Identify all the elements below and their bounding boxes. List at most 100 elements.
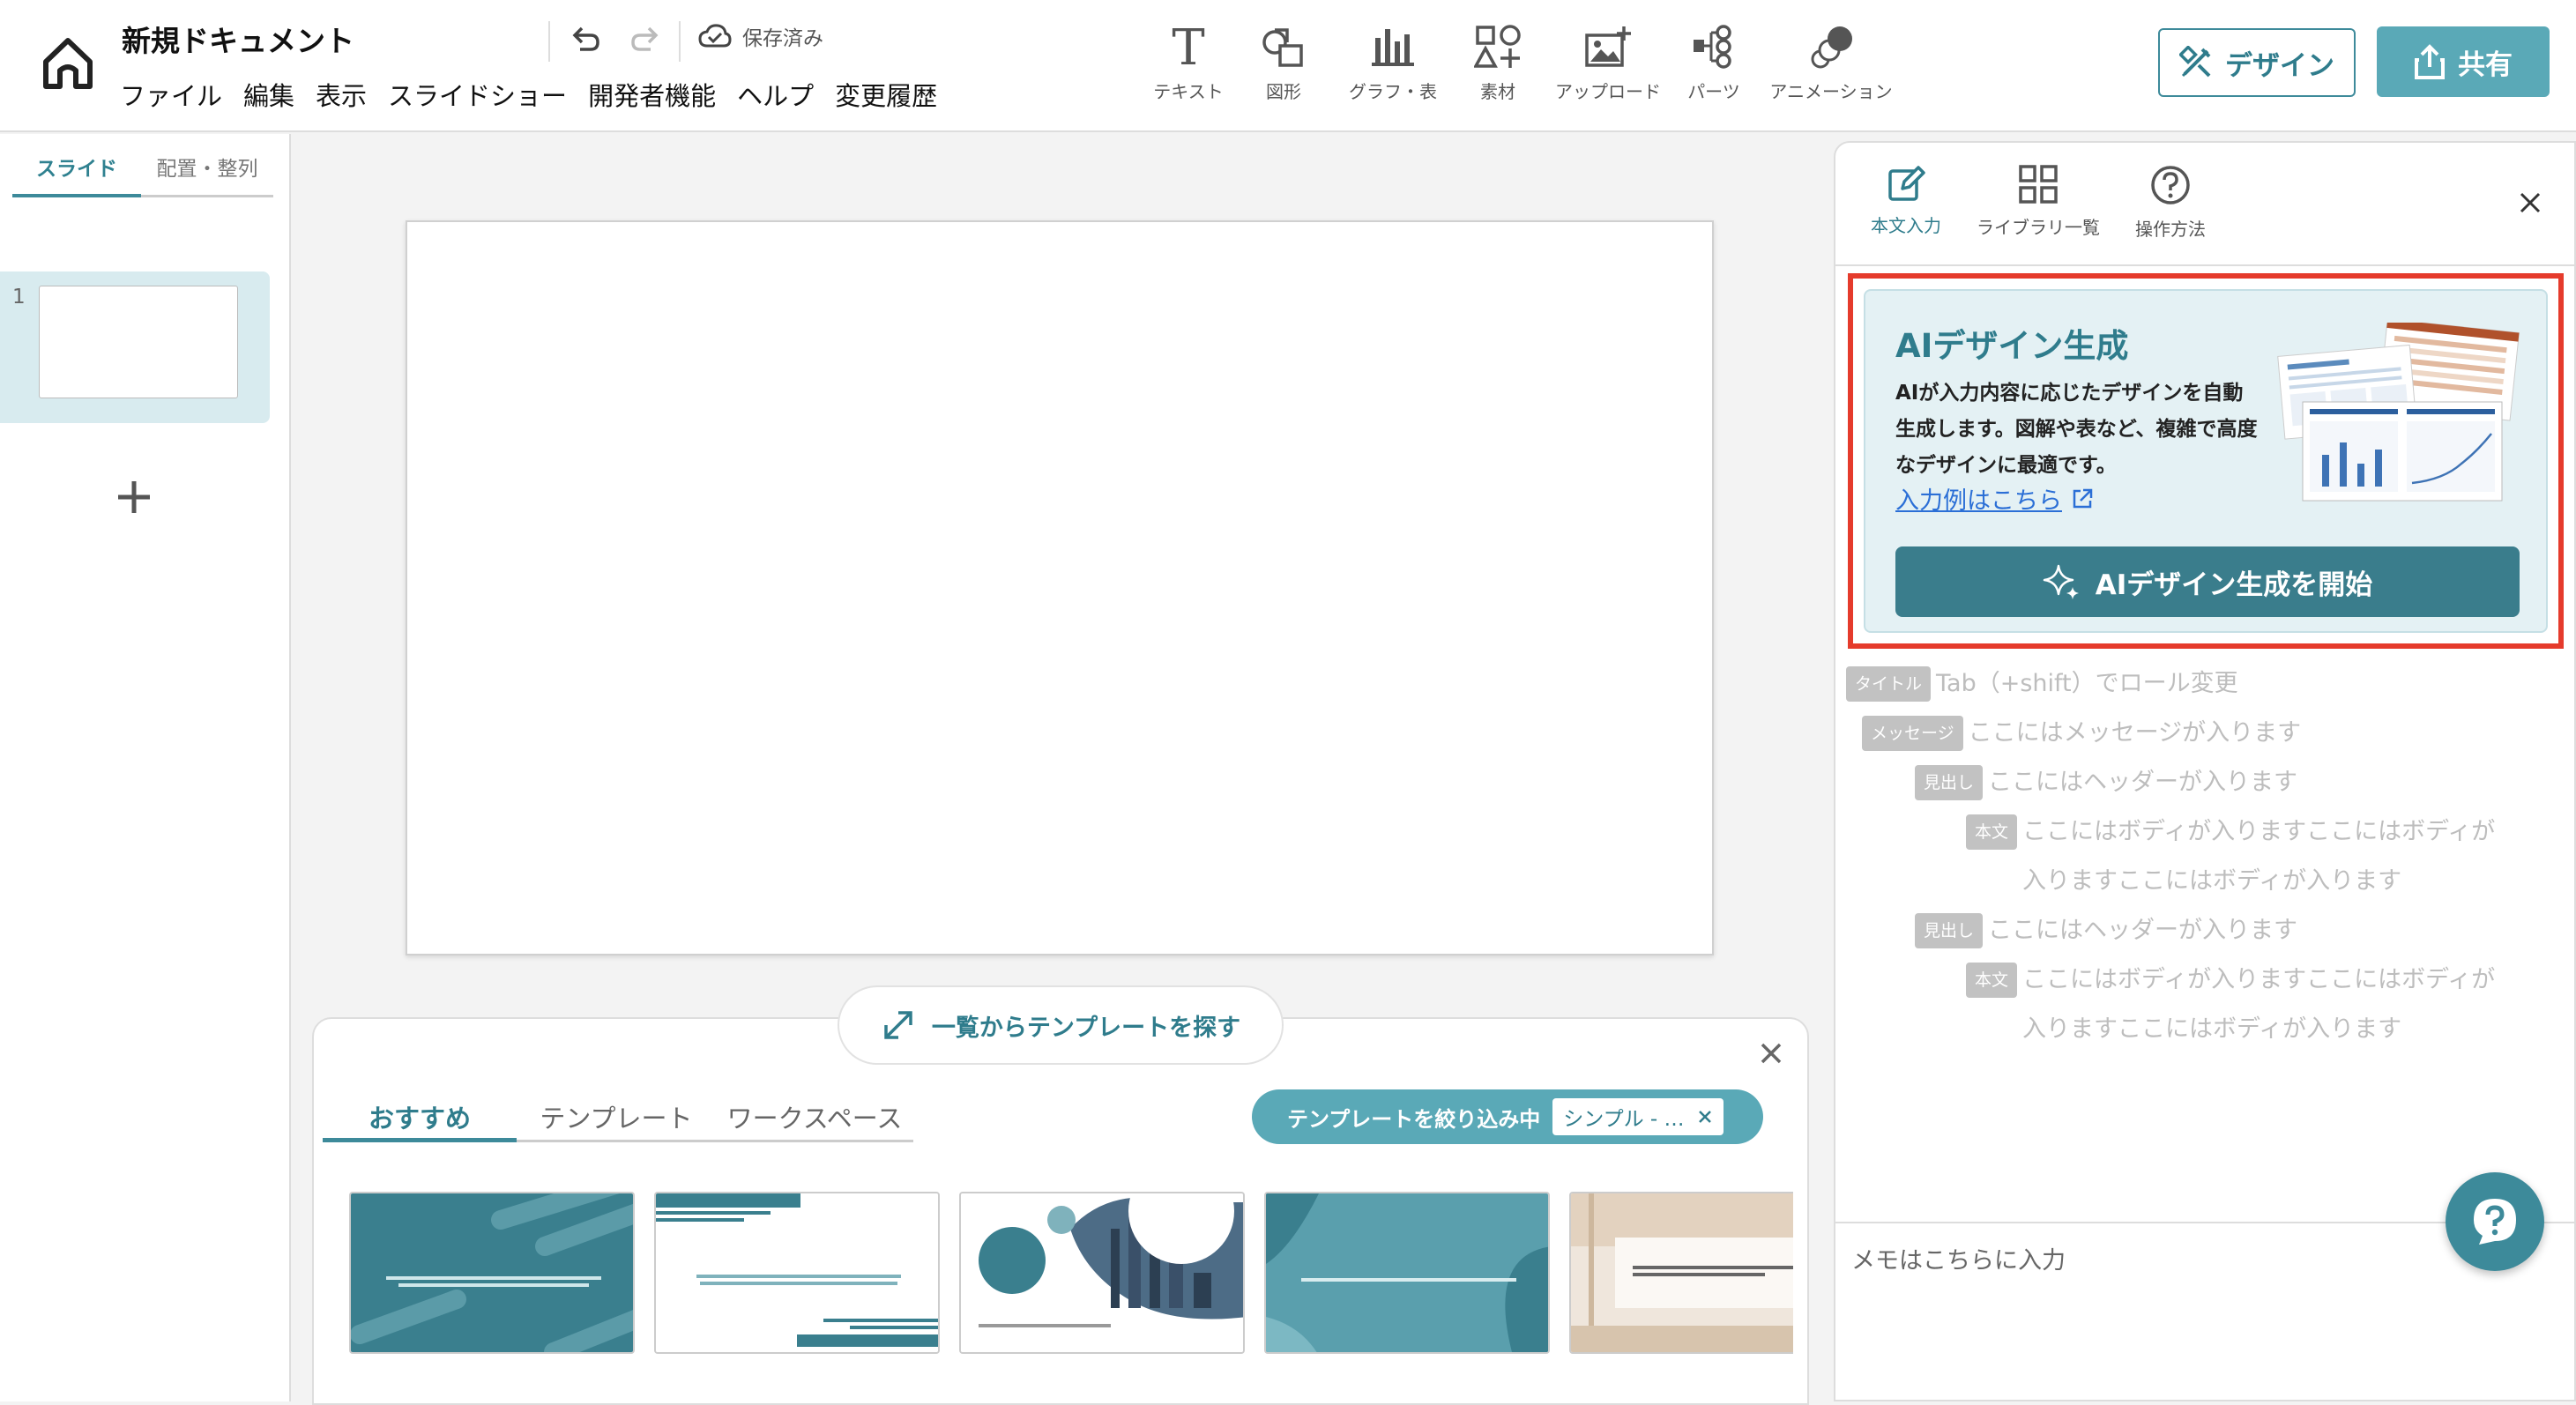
ai-design-description: AIが入力内容に応じたデザインを自動生成します。図解や表など、複雑で高度なデザイ… [1895,382,2258,477]
tab-arrange[interactable]: 配置・整列 [141,152,273,195]
design-button[interactable]: デザイン [2158,28,2356,97]
start-ai-design-label: AIデザイン生成を開始 [2095,569,2373,601]
tab-slides[interactable]: スライド [12,152,141,197]
slide-thumbnail[interactable] [39,286,238,398]
add-slide-icon[interactable] [116,479,152,515]
menu-help[interactable]: ヘルプ [737,76,814,113]
slide-thumbnail-item[interactable]: 1 [0,271,270,423]
outline-row[interactable]: タイトル Tab（+shift）でロール変更 [1846,659,2238,709]
svg-text:T: T [1172,24,1204,70]
memo-input[interactable]: メモはこちらに入力 [1851,1241,2066,1275]
tab-templates[interactable]: テンプレート [517,1098,716,1140]
browse-templates-button[interactable]: 一覧からテンプレートを探す [838,985,1284,1065]
home-icon[interactable] [37,32,99,93]
role-tag-heading[interactable]: 見出し [1915,913,1984,948]
outline-text[interactable]: Tab（+shift）でロール変更 [1936,659,2238,709]
tab-recommended[interactable]: おすすめ [323,1098,517,1142]
outline-text[interactable]: ここにはボディが入りますここにはボディが入りますここにはボディが入ります [2022,807,2513,906]
tab-workspace[interactable]: ワークスペース [716,1098,913,1140]
clear-filter-icon[interactable] [1697,1109,1713,1125]
filter-value-tag[interactable]: シンプル - … [1552,1098,1724,1135]
edit-icon [1887,164,1925,203]
design-tools-icon [2179,46,2213,79]
save-status: 保存済み [698,21,823,51]
tool-shapes[interactable]: 図形 [1231,19,1336,103]
outline-text[interactable]: ここにはメッセージが入ります [1969,709,2301,758]
tool-parts[interactable]: パーツ [1670,19,1758,103]
top-bar: 新規ドキュメント ファイル 編集 表示 スライドショー 開発者機能 ヘルプ 変更… [0,0,2576,132]
template-card[interactable] [1264,1192,1550,1354]
role-tag-body[interactable]: 本文 [1966,814,2018,850]
tool-parts-label: パーツ [1687,81,1740,102]
template-filter-chip[interactable]: テンプレートを絞り込み中 シンプル - … [1252,1089,1763,1144]
save-status-label: 保存済み [742,27,823,50]
help-circle-icon [2149,164,2192,206]
assets-icon [1474,19,1522,74]
menu-slideshow[interactable]: スライドショー [388,76,567,113]
share-button-label: 共有 [2458,48,2513,81]
slides-panel: スライド 配置・整列 1 [0,134,291,1401]
tool-upload-label: アップロード [1555,81,1661,102]
upload-image-icon [1583,19,1633,74]
grid-icon [2018,164,2059,204]
template-card[interactable] [349,1192,635,1354]
outline-text[interactable]: ここにはヘッダーが入ります [1988,906,2297,955]
document-title[interactable]: 新規ドキュメント [122,18,354,60]
outline-text[interactable]: ここにはヘッダーが入ります [1988,758,2297,807]
undo-icon[interactable] [568,21,603,56]
outline-row[interactable]: メッセージ ここにはメッセージが入ります [1862,709,2301,758]
close-icon[interactable] [1758,1040,1784,1067]
role-tag-title[interactable]: タイトル [1846,666,1932,702]
cloud-check-icon [698,23,732,49]
tab-text-input[interactable]: 本文入力 [1853,164,1959,241]
template-card[interactable] [654,1192,940,1354]
ai-sample-slides-image [2276,323,2520,504]
share-button[interactable]: 共有 [2377,26,2550,97]
text-icon: T [1167,19,1210,74]
menu-file[interactable]: ファイル [120,76,222,113]
examples-link-label: 入力例はこちら [1895,487,2062,515]
filter-label: テンプレートを絞り込み中 [1287,1106,1541,1132]
slide-canvas[interactable] [406,220,1714,955]
ai-design-card: AIデザイン生成 AIが入力内容に応じたデザインを自動生成します。図解や表など、… [1864,289,2548,633]
outline-row[interactable]: 見出し ここにはヘッダーが入ります [1915,906,2297,955]
menu-edit[interactable]: 編集 [243,76,294,113]
parts-icon [1692,19,1736,74]
tool-upload[interactable]: アップロード [1546,19,1670,103]
start-ai-design-button[interactable]: AIデザイン生成を開始 [1895,546,2520,617]
outline-row[interactable]: 本文 ここにはボディが入りますここにはボディが入りますここにはボディが入ります [1966,955,2513,1054]
tool-animation[interactable]: アニメーション [1758,19,1904,103]
insert-toolbar: T テキスト 図形 グラフ・表 素材 アップロード パーツ アニメーション [1146,19,1904,103]
tool-animation-label: アニメーション [1769,81,1893,102]
outline-row[interactable]: 本文 ここにはボディが入りますここにはボディが入りますここにはボディが入ります [1966,807,2513,906]
tool-text[interactable]: T テキスト [1146,19,1231,103]
slide-number: 1 [12,286,26,309]
menu-developer[interactable]: 開発者機能 [588,76,716,113]
menu-history[interactable]: 変更履歴 [835,76,937,113]
tab-library[interactable]: ライブラリ一覧 [1959,164,2118,241]
right-panel-tabs: 本文入力 ライブラリ一覧 操作方法 [1853,164,2223,241]
expand-icon [881,1007,916,1043]
sparkle-icon [2043,562,2081,601]
tab-help[interactable]: 操作方法 [2118,164,2223,241]
menu-view[interactable]: 表示 [316,76,367,113]
examples-link[interactable]: 入力例はこちら [1895,481,2094,516]
tool-chart[interactable]: グラフ・表 [1336,19,1449,103]
outline-text[interactable]: ここにはボディが入りますここにはボディが入りますここにはボディが入ります [2022,955,2513,1054]
help-chat-button[interactable] [2446,1172,2544,1271]
role-tag-body[interactable]: 本文 [1966,963,2018,998]
role-tag-message[interactable]: メッセージ [1862,716,1963,751]
tool-assets[interactable]: 素材 [1449,19,1546,103]
role-tag-heading[interactable]: 見出し [1915,765,1984,800]
template-tabs: おすすめ テンプレート ワークスペース [323,1098,913,1142]
browse-templates-label: 一覧からテンプレートを探す [931,1014,1241,1042]
redo-icon[interactable] [628,21,663,56]
design-button-label: デザイン [2225,49,2334,82]
template-card[interactable] [959,1192,1245,1354]
template-card[interactable] [1569,1192,1793,1354]
close-icon[interactable] [2518,190,2542,215]
tab-help-label: 操作方法 [2135,219,2206,240]
outline-row[interactable]: 見出し ここにはヘッダーが入ります [1915,758,2297,807]
slides-panel-tabs: スライド 配置・整列 [12,152,273,197]
menu-bar: ファイル 編集 表示 スライドショー 開発者機能 ヘルプ 変更履歴 [120,76,937,113]
